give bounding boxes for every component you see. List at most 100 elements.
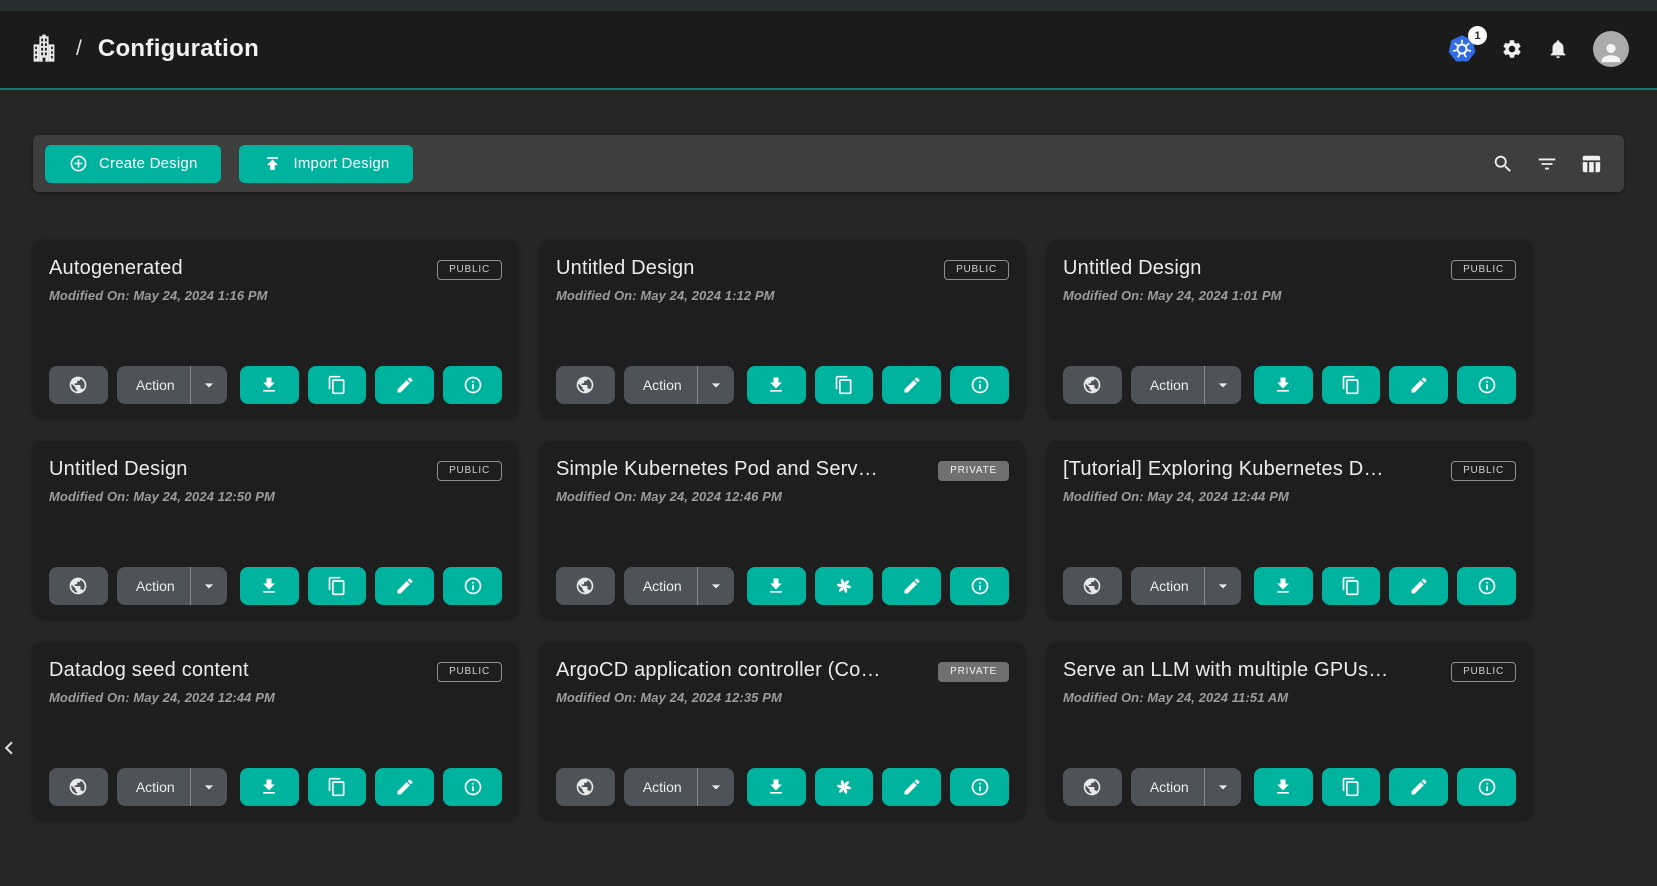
clone-button[interactable] [1322,567,1381,605]
caret-down-icon [706,576,726,596]
clone-button[interactable] [1322,366,1381,404]
user-avatar[interactable] [1593,31,1629,67]
action-button-label[interactable]: Action [117,578,190,594]
download-button[interactable] [240,567,299,605]
action-button-label[interactable]: Action [1131,578,1204,594]
visibility-badge: PUBLIC [437,662,502,682]
action-dropdown-toggle[interactable] [698,576,734,596]
action-button-label[interactable]: Action [624,377,697,393]
download-button[interactable] [240,768,299,806]
info-button[interactable] [1457,768,1516,806]
visibility-globe-button[interactable] [1063,768,1122,806]
info-button[interactable] [443,768,502,806]
visibility-globe-button[interactable] [556,768,615,806]
download-icon [259,375,279,395]
download-icon [1273,777,1293,797]
info-button[interactable] [950,567,1009,605]
action-split-button[interactable]: Action [117,567,227,605]
clone-button[interactable] [1322,768,1381,806]
download-button[interactable] [747,366,806,404]
edit-button[interactable] [375,567,434,605]
action-split-button[interactable]: Action [624,366,734,404]
org-building-logo[interactable] [30,34,58,64]
info-button[interactable] [1457,366,1516,404]
clone-button[interactable] [308,366,367,404]
plus-circle-icon [69,154,88,173]
download-button[interactable] [747,567,806,605]
globe-icon [575,576,595,596]
download-button[interactable] [1254,567,1313,605]
action-split-button[interactable]: Action [1131,366,1241,404]
action-button-label[interactable]: Action [117,779,190,795]
info-button[interactable] [950,366,1009,404]
edit-button[interactable] [1389,567,1448,605]
clone-button[interactable] [308,768,367,806]
info-icon [463,576,483,596]
edit-button[interactable] [375,366,434,404]
sidebar-collapse-toggle[interactable] [0,732,22,764]
modified-on-text: Modified On: May 24, 2024 12:44 PM [1063,489,1516,504]
download-button[interactable] [240,366,299,404]
info-button[interactable] [1457,567,1516,605]
action-button-label[interactable]: Action [117,377,190,393]
action-dropdown-toggle[interactable] [698,777,734,797]
breadcrumb-separator: / [76,37,82,61]
action-dropdown-toggle[interactable] [191,375,227,395]
action-dropdown-toggle[interactable] [1205,576,1241,596]
info-button[interactable] [950,768,1009,806]
globe-icon [1082,576,1102,596]
edit-button[interactable] [882,567,941,605]
chevron-left-icon [0,735,22,761]
action-dropdown-toggle[interactable] [698,375,734,395]
action-split-button[interactable]: Action [117,768,227,806]
design-card: [Tutorial] Exploring Kubernetes D… PUBLI… [1047,441,1532,619]
filter-button[interactable] [1536,153,1558,175]
visibility-globe-button[interactable] [556,567,615,605]
clone-button[interactable] [308,567,367,605]
action-dropdown-toggle[interactable] [1205,375,1241,395]
notifications-button[interactable] [1547,38,1569,60]
visibility-badge: PUBLIC [437,260,502,280]
download-button[interactable] [1254,768,1313,806]
action-split-button[interactable]: Action [1131,567,1241,605]
table-view-button[interactable] [1580,153,1602,175]
visibility-globe-button[interactable] [556,366,615,404]
action-dropdown-toggle[interactable] [1205,777,1241,797]
edit-button[interactable] [375,768,434,806]
settings-button[interactable] [1501,38,1523,60]
visibility-globe-button[interactable] [1063,567,1122,605]
kubernetes-context-button[interactable]: 1 [1447,34,1477,64]
info-button[interactable] [443,567,502,605]
create-design-button[interactable]: Create Design [45,145,221,183]
action-split-button[interactable]: Action [117,366,227,404]
action-button-label[interactable]: Action [624,779,697,795]
design-swirl-button[interactable] [815,768,874,806]
download-button[interactable] [747,768,806,806]
design-card: Untitled Design PUBLIC Modified On: May … [540,240,1025,418]
action-dropdown-toggle[interactable] [191,576,227,596]
visibility-globe-button[interactable] [49,366,108,404]
edit-button[interactable] [1389,366,1448,404]
edit-button[interactable] [882,768,941,806]
download-button[interactable] [1254,366,1313,404]
action-split-button[interactable]: Action [1131,768,1241,806]
action-split-button[interactable]: Action [624,567,734,605]
action-split-button[interactable]: Action [624,768,734,806]
info-button[interactable] [443,366,502,404]
edit-button[interactable] [882,366,941,404]
visibility-globe-button[interactable] [49,567,108,605]
action-button-label[interactable]: Action [1131,377,1204,393]
download-icon [766,777,786,797]
action-button-label[interactable]: Action [624,578,697,594]
edit-button[interactable] [1389,768,1448,806]
action-dropdown-toggle[interactable] [191,777,227,797]
design-swirl-button[interactable] [815,567,874,605]
search-button[interactable] [1492,153,1514,175]
clone-button[interactable] [815,366,874,404]
visibility-globe-button[interactable] [1063,366,1122,404]
info-icon [1477,375,1497,395]
header-actions: 1 [1447,31,1629,67]
action-button-label[interactable]: Action [1131,779,1204,795]
visibility-globe-button[interactable] [49,768,108,806]
import-design-button[interactable]: Import Design [239,145,413,183]
